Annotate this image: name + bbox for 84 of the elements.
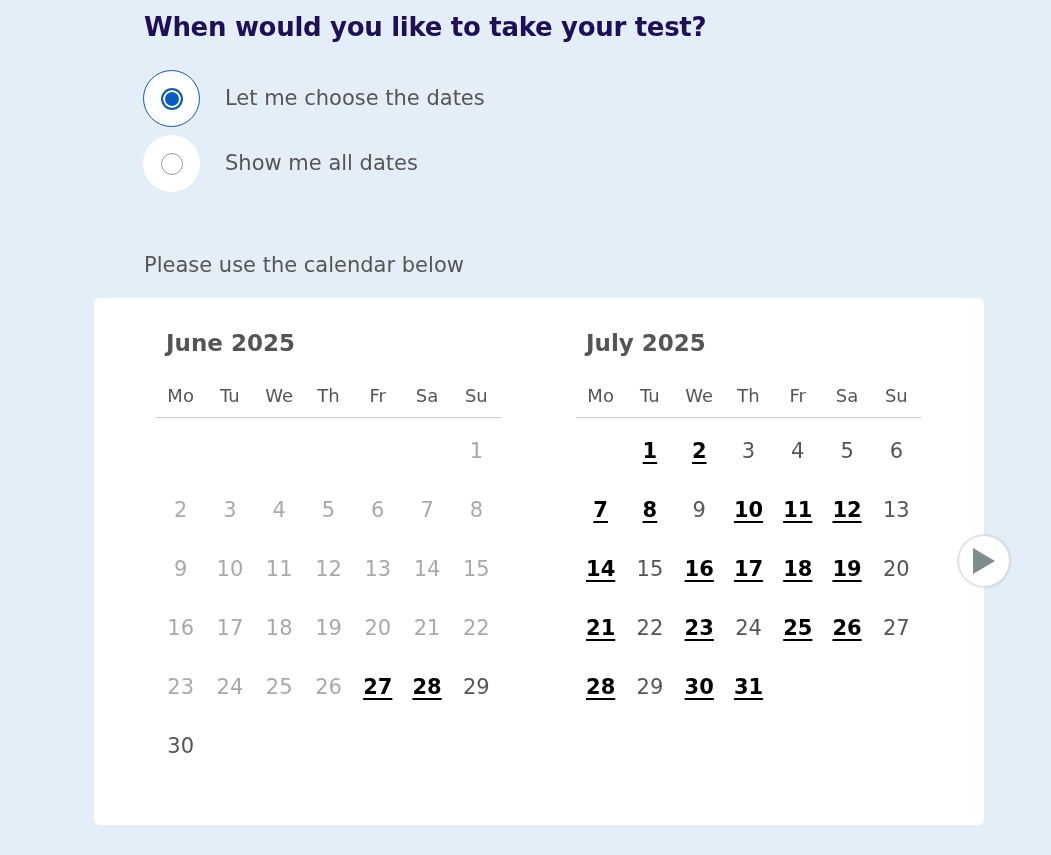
date-text: 12: [315, 555, 342, 583]
date-text: 2: [173, 496, 188, 524]
date-link[interactable]: 11: [783, 494, 813, 527]
date-text: 14: [413, 555, 441, 583]
date-link[interactable]: 10: [733, 494, 764, 527]
date-link[interactable]: 26: [832, 612, 862, 645]
date-link[interactable]: 23: [684, 612, 714, 645]
date-link[interactable]: 14: [586, 553, 616, 586]
weekday-label: Sa: [834, 384, 860, 409]
date-link[interactable]: 7: [593, 494, 608, 527]
date-text: 6: [371, 496, 385, 524]
date-link[interactable]: 2: [691, 435, 707, 468]
date-text: 9: [173, 555, 188, 583]
date-text: 17: [216, 614, 244, 642]
date-link[interactable]: 28: [412, 671, 442, 704]
date-text: 1: [469, 437, 484, 465]
next-month-button[interactable]: [958, 534, 1010, 587]
date-text: 13: [882, 496, 910, 524]
date-link[interactable]: 27: [363, 671, 393, 704]
weekday-label: Fr: [368, 384, 387, 409]
weekday-label: Sa: [414, 384, 440, 409]
date-link[interactable]: 19: [832, 553, 862, 586]
date-text: 3: [741, 437, 756, 465]
weekday-label: Th: [316, 384, 341, 409]
date-text: 4: [272, 496, 286, 524]
date-text: 22: [636, 614, 664, 642]
date-text: 8: [469, 496, 484, 524]
date-text: 21: [413, 614, 441, 642]
date-text: 15: [462, 555, 490, 583]
date-link[interactable]: 30: [684, 671, 714, 704]
weekday-label: We: [264, 384, 295, 409]
date-link[interactable]: 25: [783, 612, 813, 645]
month-title: July 2025: [586, 328, 707, 358]
date-link[interactable]: 31: [733, 671, 764, 704]
date-text: 29: [636, 673, 664, 701]
date-link[interactable]: 16: [684, 553, 714, 586]
date-text: 30: [167, 732, 194, 760]
weekday-label: Su: [883, 384, 909, 409]
page-heading: When would you like to take your test?: [144, 12, 708, 44]
weekday-label: Mo: [166, 384, 195, 409]
triangle-icon: [973, 547, 995, 574]
date-text: 7: [420, 496, 434, 524]
date-text: 26: [315, 673, 342, 701]
date-text: 3: [223, 496, 237, 524]
date-text: 29: [462, 673, 490, 701]
date-text: 13: [364, 555, 392, 583]
date-text: 5: [840, 437, 854, 465]
date-text: 5: [321, 496, 336, 524]
date-text: 19: [315, 614, 342, 642]
date-text: 6: [889, 437, 904, 465]
date-link[interactable]: 12: [832, 494, 862, 527]
date-text: 22: [462, 614, 490, 642]
date-text: 9: [692, 496, 706, 524]
month-title: June 2025: [166, 328, 296, 358]
date-text: 27: [882, 614, 910, 642]
weekday-label: We: [684, 384, 715, 409]
date-text: 11: [265, 555, 293, 583]
date-text: 10: [216, 555, 244, 583]
radio-label[interactable]: Show me all dates: [225, 147, 418, 180]
date-text: 24: [735, 614, 762, 642]
weekday-label: Tu: [219, 384, 241, 409]
date-text: 20: [364, 614, 392, 642]
radio-button[interactable]: [143, 70, 200, 128]
date-text: 18: [265, 614, 293, 642]
date-link[interactable]: 18: [783, 553, 813, 586]
date-link[interactable]: 21: [586, 612, 616, 645]
date-text: 24: [216, 673, 244, 701]
date-link[interactable]: 17: [733, 553, 764, 586]
date-text: 16: [167, 614, 194, 642]
weekday-label: Th: [736, 384, 761, 409]
radio-label[interactable]: Let me choose the dates: [225, 82, 485, 115]
date-link[interactable]: 8: [642, 494, 658, 527]
date-text: 4: [791, 437, 805, 465]
weekday-label: Su: [463, 384, 489, 409]
date-text: 20: [882, 555, 910, 583]
date-text: 25: [265, 673, 293, 701]
weekday-label: Fr: [788, 384, 807, 409]
date-text: 15: [636, 555, 664, 583]
date-text: 23: [167, 673, 194, 701]
date-link[interactable]: 1: [642, 435, 658, 468]
date-link[interactable]: 28: [586, 671, 616, 704]
weekday-label: Tu: [639, 384, 661, 409]
instruction-text: Please use the calendar below: [144, 252, 465, 280]
weekday-label: Mo: [586, 384, 615, 409]
